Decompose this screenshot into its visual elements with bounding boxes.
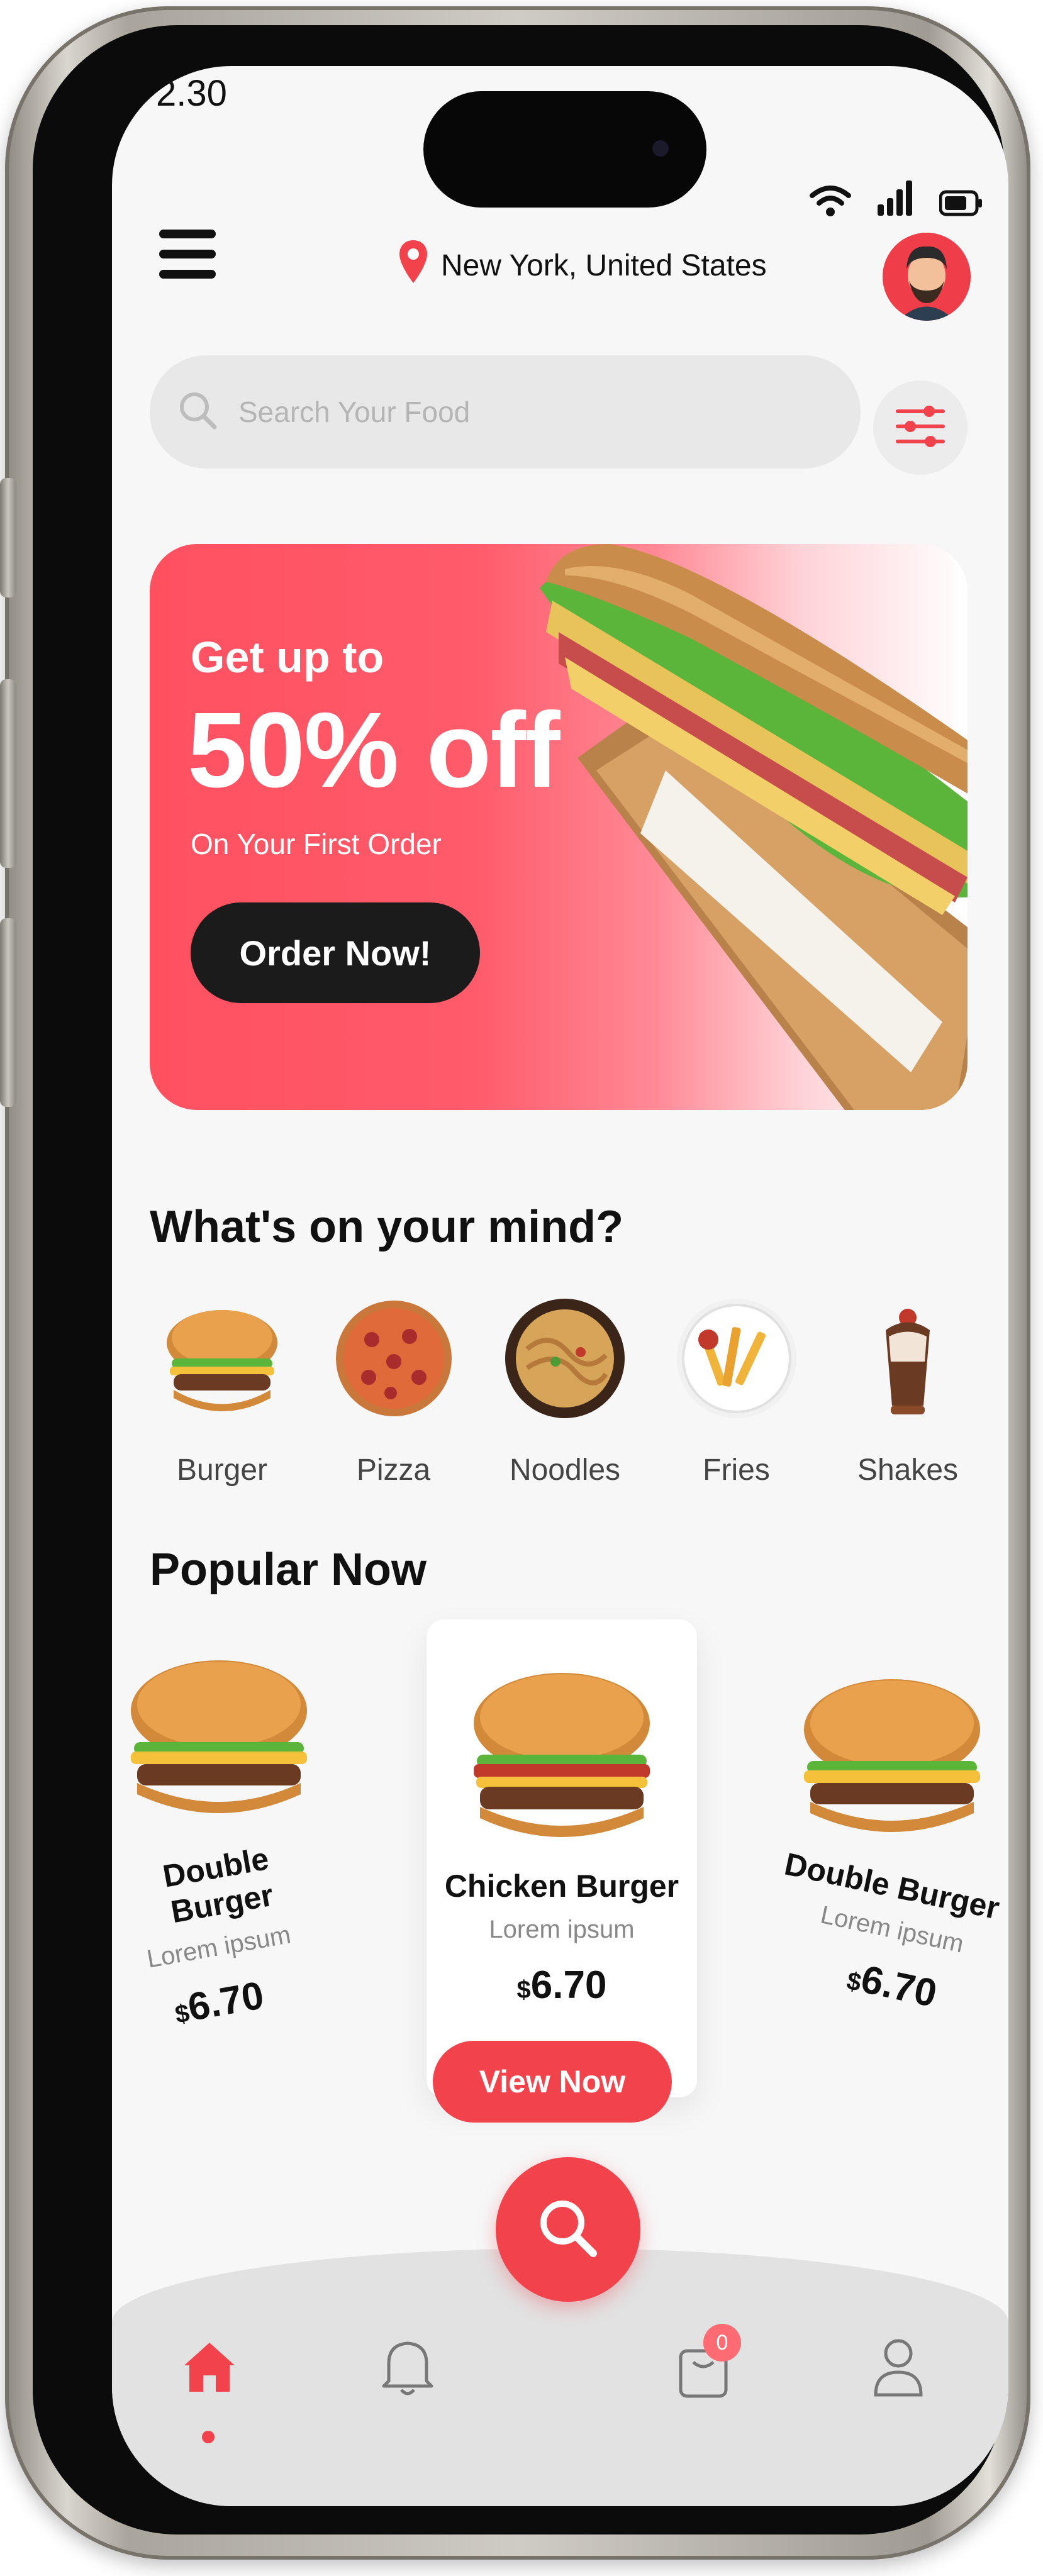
- location-selector[interactable]: New York, United States: [398, 239, 767, 292]
- dynamic-island: [423, 91, 706, 208]
- category-fries[interactable]: Fries: [664, 1292, 809, 1487]
- promo-line1: Get up to: [191, 633, 384, 682]
- search-bar[interactable]: [150, 355, 861, 469]
- wifi-icon: [810, 183, 851, 220]
- battery-icon: [939, 189, 983, 220]
- popular-title: Popular Now: [150, 1545, 427, 1595]
- promo-banner[interactable]: Get up to 50% off On Your First Order Or…: [150, 544, 968, 1110]
- menu-icon[interactable]: [159, 230, 216, 286]
- cart-badge: 0: [703, 2324, 741, 2362]
- status-icons: [810, 179, 983, 220]
- category-pizza[interactable]: Pizza: [321, 1292, 466, 1487]
- nav-profile[interactable]: [861, 2324, 936, 2412]
- promo-subtitle: On Your First Order: [191, 828, 442, 860]
- shake-image: [886, 1309, 930, 1414]
- popular-item-desc: Lorem ipsum: [489, 1916, 635, 1943]
- volume-up-button: [0, 679, 16, 868]
- category-label: Pizza: [356, 1453, 431, 1487]
- filter-button[interactable]: [873, 380, 968, 475]
- category-burger[interactable]: Burger: [150, 1292, 294, 1487]
- active-indicator: [202, 2431, 215, 2443]
- burger-image: [167, 1310, 277, 1411]
- popular-item-name: Chicken Burger: [444, 1868, 679, 1904]
- category-noodles[interactable]: Noodles: [493, 1292, 637, 1487]
- category-label: Noodles: [509, 1453, 621, 1487]
- popular-card-right[interactable]: Double Burger Lorem ipsum $6.70: [779, 1676, 1005, 2016]
- double-burger-image: [804, 1679, 980, 1832]
- noodles-image: [505, 1299, 625, 1418]
- search-input[interactable]: [237, 394, 774, 430]
- chicken-burger-image: [474, 1673, 650, 1837]
- popular-card-left[interactable]: Double Burger Lorem ipsum $6.70: [112, 1657, 326, 2029]
- double-burger-image: [131, 1660, 307, 1813]
- volume-down-button: [0, 918, 16, 1107]
- fries-image: [676, 1299, 796, 1418]
- order-now-button[interactable]: Order Now!: [191, 902, 480, 1003]
- category-label: Fries: [703, 1453, 770, 1487]
- nav-notifications[interactable]: [370, 2324, 445, 2412]
- category-label: Burger: [176, 1453, 268, 1487]
- mute-switch: [0, 478, 16, 597]
- camera-dot: [652, 140, 669, 157]
- popular-card-center[interactable]: Chicken Burger Lorem ipsum $6.70: [427, 1619, 697, 2097]
- category-label: Shakes: [857, 1453, 959, 1487]
- location-pin-icon: [398, 239, 428, 292]
- profile-icon: [867, 2332, 930, 2404]
- pizza-image: [335, 1301, 452, 1416]
- view-now-button[interactable]: View Now: [433, 2041, 672, 2123]
- app-screen: 2.30 New York, United States Search Your…: [112, 66, 1008, 2506]
- search-icon: [178, 391, 218, 434]
- status-time: 2.30: [156, 73, 227, 114]
- categories-title: What's on your mind?: [150, 1202, 624, 1252]
- home-icon: [178, 2335, 241, 2401]
- location-label: New York, United States: [441, 249, 767, 282]
- popular-item-price: $6.70: [516, 1963, 607, 2007]
- search-icon: [533, 2194, 603, 2266]
- category-shakes[interactable]: Shakes: [835, 1292, 980, 1487]
- bell-icon: [376, 2332, 439, 2404]
- signal-icon: [876, 179, 914, 220]
- filter-icon: [894, 400, 947, 456]
- category-list: Burger Pizza Noodles Fries Shakes: [150, 1292, 980, 1487]
- avatar[interactable]: [883, 233, 971, 321]
- search-fab[interactable]: [496, 2157, 640, 2302]
- nav-home[interactable]: [172, 2324, 247, 2412]
- sandwich-image: [540, 544, 968, 1110]
